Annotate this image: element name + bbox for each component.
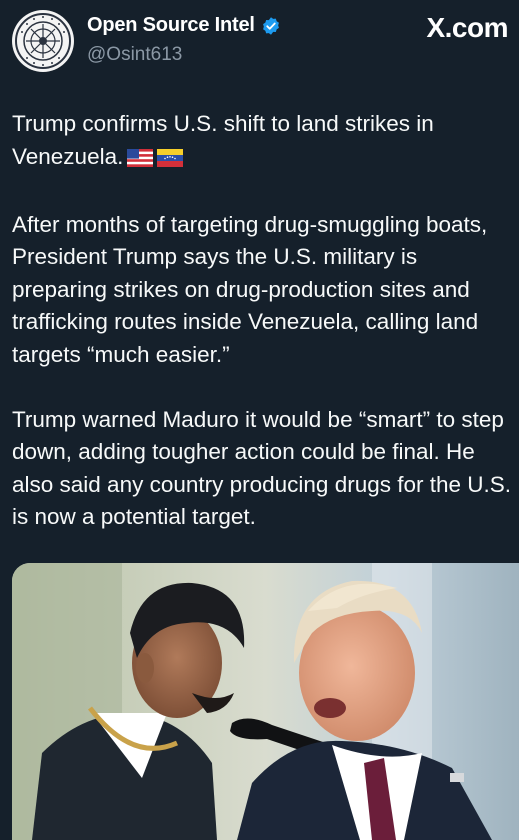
verified-badge-icon xyxy=(261,16,281,36)
post-paragraph-2: Trump warned Maduro it would be “smart” … xyxy=(12,406,512,530)
post-paragraph-1: After months of targeting drug-smuggling… xyxy=(12,211,488,367)
osint-seal-logo xyxy=(13,11,73,71)
us-flag-icon xyxy=(127,144,154,177)
brand-watermark: X.com xyxy=(426,12,508,43)
author-handle[interactable]: @Osint613 xyxy=(87,44,182,66)
post-headline-paragraph: Trump confirms U.S. shift to land strike… xyxy=(12,108,512,176)
author-avatar[interactable] xyxy=(12,10,74,72)
author-name-row: Open Source Intel xyxy=(87,14,281,37)
post-photo[interactable] xyxy=(12,563,519,840)
post-body: Trump confirms U.S. shift to land strike… xyxy=(12,108,512,534)
post-headline: Trump confirms U.S. shift to land strike… xyxy=(12,111,434,169)
venezuela-flag-icon xyxy=(157,144,184,177)
author-display-name[interactable]: Open Source Intel xyxy=(87,14,255,37)
post-header: Open Source Intel @Osint613 X.com xyxy=(0,0,519,80)
